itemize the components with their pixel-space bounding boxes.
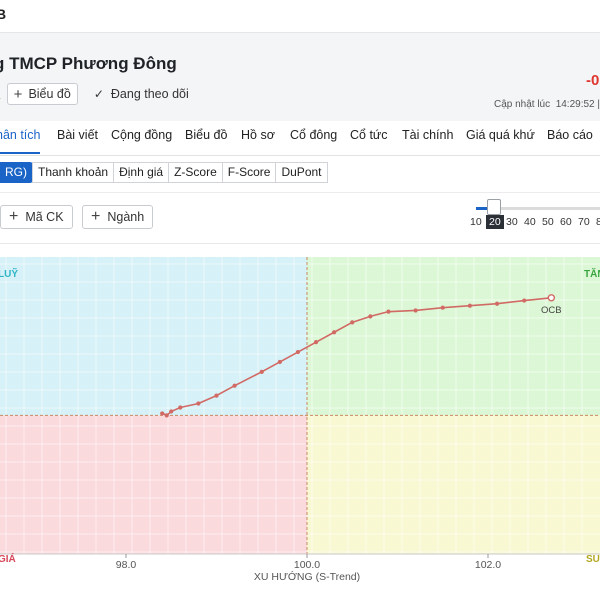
check-icon: ✓: [93, 87, 104, 101]
top-bar-text: B: [0, 6, 7, 22]
ocb-trail-point: [494, 301, 500, 306]
subtab-liquidity[interactable]: Thanh khoản: [32, 162, 115, 183]
chart-button[interactable]: + Biểu đồ: [6, 83, 78, 105]
tab-profile[interactable]: Hồ sơ: [241, 128, 275, 142]
rrg-chart: 98.0 100.0 102.0 XU HƯỚNG (S-Trend) OCB LU…: [0, 257, 600, 600]
ocb-trail-point: [232, 383, 237, 388]
quadrant-bottom-right: [307, 415, 600, 554]
period-option-10[interactable]: 10: [470, 216, 482, 228]
updated-label: Cập nhật lúc: [493, 99, 551, 110]
tab-posts[interactable]: Bài viết: [57, 128, 98, 142]
period-option-40[interactable]: 40: [524, 216, 536, 228]
ocb-trail-point: [178, 405, 183, 410]
tab-chart[interactable]: Biểu đồ: [185, 128, 227, 142]
company-name: g TMCP Phương Đông: [0, 54, 177, 73]
tab-shareholders[interactable]: Cổ đông: [290, 128, 337, 142]
quadrant-label-bottom-left: GIÁ: [0, 552, 16, 565]
x-axis-ticks: 98.0 100.0 102.0: [116, 554, 501, 571]
x-tick-label: 100.0: [294, 559, 320, 571]
ocb-current-point[interactable]: [547, 294, 556, 302]
ocb-trail-point: [413, 308, 418, 313]
add-ticker-button[interactable]: + Mã CK: [0, 205, 73, 229]
subtab-z-score[interactable]: Z-Score: [168, 162, 223, 183]
ocb-trail-point: [313, 340, 319, 345]
active-tab-indicator: [0, 152, 40, 154]
follow-label: Đang theo dõi: [110, 87, 189, 101]
top-bar: B: [0, 0, 600, 33]
ocb-trail-point: [277, 359, 282, 365]
period-slider-handle[interactable]: [487, 199, 501, 215]
quadrant-label-bottom-right: SU: [586, 554, 600, 565]
period-option-30[interactable]: 30: [506, 216, 518, 228]
tab-analysis[interactable]: hân tích: [0, 128, 40, 142]
plus-icon: +: [91, 208, 101, 225]
ocb-trail-point: [467, 303, 473, 308]
analysis-subtabs: RG) Thanh khoản Định giá Z-Score F-Score…: [0, 162, 328, 183]
ocb-trail-point: [332, 330, 337, 335]
price-change: -0: [586, 72, 600, 89]
plus-icon: +: [13, 85, 23, 103]
ocb-trail-point: [295, 349, 301, 355]
subtab-rrg[interactable]: RG): [0, 162, 33, 183]
period-option-50[interactable]: 50: [542, 216, 554, 228]
chart-button-label: Biểu đồ: [28, 87, 71, 101]
quadrant-label-top-left: LUỸ: [0, 267, 18, 280]
rrg-chart-svg: 98.0 100.0 102.0 XU HƯỚNG (S-Trend) OCB LU…: [0, 257, 600, 583]
ocb-trail-point: [368, 314, 373, 319]
ticker-fragment: K: [0, 87, 1, 102]
quadrant-label-top-right: TĂN: [584, 267, 600, 280]
ocb-trail-point: [259, 369, 264, 374]
subtab-f-score[interactable]: F-Score: [221, 162, 277, 183]
ocb-trail-point: [350, 320, 355, 325]
period-option-70[interactable]: 70: [578, 216, 590, 228]
updated-time: 14:29:52 |: [555, 99, 600, 110]
tab-reports[interactable]: Báo cáo: [547, 128, 593, 142]
tab-community[interactable]: Cộng đồng: [111, 128, 172, 142]
header-actions: K + Biểu đồ ✓ Đang theo dõi: [0, 83, 189, 105]
x-tick-label: 102.0: [475, 559, 501, 571]
x-tick-label: 98.0: [116, 559, 137, 571]
subtab-dupont[interactable]: DuPont: [275, 162, 328, 183]
add-sector-button[interactable]: + Ngành: [82, 205, 154, 229]
plus-icon: +: [9, 208, 19, 225]
tab-financials[interactable]: Tài chính: [402, 128, 453, 142]
tab-price-history[interactable]: Giá quá khứ: [466, 128, 535, 142]
period-option-8[interactable]: 8: [596, 216, 600, 228]
x-axis-label: XU HƯỚNG (S-Trend): [254, 570, 360, 583]
ocb-trail-point: [214, 393, 219, 398]
follow-button[interactable]: ✓ Đang theo dõi: [94, 87, 189, 101]
period-option-60[interactable]: 60: [560, 216, 572, 228]
ocb-trail-point: [164, 413, 169, 418]
last-updated: Cập nhật lúc 14:29:52 |: [494, 99, 600, 110]
period-option-20[interactable]: 20: [486, 215, 504, 229]
add-ticker-label: Mã CK: [25, 210, 64, 224]
ocb-trail-point: [440, 305, 445, 310]
ocb-trail-point: [522, 298, 527, 303]
ocb-series-label: OCB: [541, 305, 562, 316]
ocb-trail-point: [196, 401, 201, 406]
quadrant-bottom-left: [0, 415, 307, 554]
ocb-trail-point: [160, 411, 165, 416]
main-tabs: hân tích Bài viết Cộng đồng Biểu đồ Hồ s…: [0, 121, 600, 156]
tab-dividends[interactable]: Cổ tức: [350, 128, 388, 142]
subtab-valuation[interactable]: Định giá: [113, 162, 170, 183]
add-sector-label: Ngành: [107, 210, 145, 224]
ocb-trail-point: [386, 309, 391, 314]
ocb-trail-point: [169, 409, 174, 414]
